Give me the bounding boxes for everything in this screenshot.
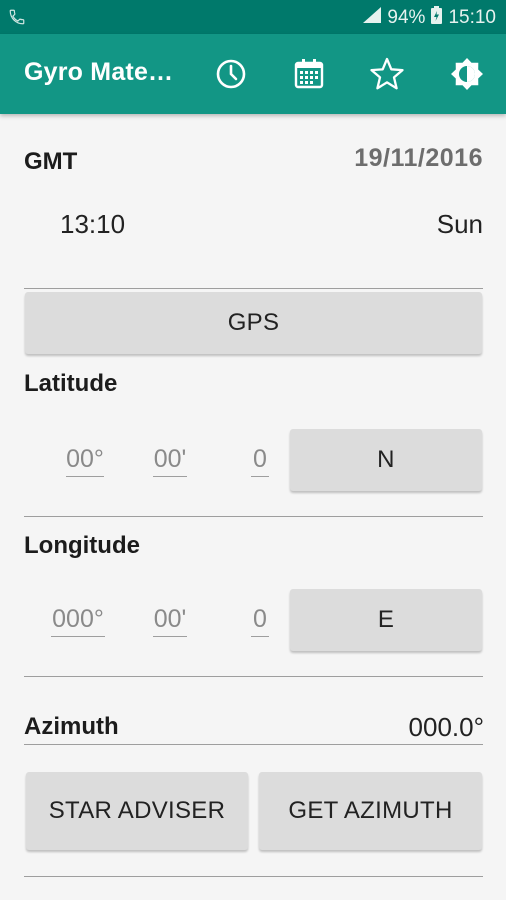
get-azimuth-button[interactable]: GET AZIMUTH [259, 772, 482, 850]
app-bar: Gyro Mate… [0, 34, 506, 114]
signal-icon [363, 7, 382, 29]
gmt-date[interactable]: 19/11/2016 [354, 144, 483, 173]
brightness-icon[interactable] [449, 56, 485, 92]
star-adviser-button[interactable]: STAR ADVISER [26, 772, 248, 850]
gmt-weekday: Sun [436, 209, 483, 239]
latitude-degrees-field[interactable]: 00° [66, 445, 104, 477]
star-icon[interactable] [369, 56, 405, 92]
azimuth-value: 000.0° [408, 712, 484, 742]
latitude-label: Latitude [24, 370, 118, 397]
divider [24, 876, 483, 877]
latitude-minutes-field[interactable]: 00' [153, 445, 187, 477]
divider [24, 288, 483, 289]
phone-icon [8, 8, 26, 31]
longitude-minutes-field[interactable]: 00' [153, 605, 187, 637]
battery-percent: 94% [387, 7, 426, 28]
longitude-tenths-field[interactable]: 0 [251, 605, 269, 637]
status-bar: 94% 15:10 [0, 0, 506, 34]
longitude-label: Longitude [24, 532, 140, 559]
gmt-time[interactable]: 13:10 [60, 209, 125, 240]
app-title: Gyro Mate… [24, 58, 174, 86]
divider [24, 676, 483, 677]
longitude-hemisphere-button[interactable]: E [290, 589, 482, 651]
gmt-label: GMT [24, 148, 78, 175]
status-time: 15:10 [448, 7, 496, 28]
longitude-degrees-field[interactable]: 000° [51, 605, 105, 637]
clock-icon[interactable] [213, 56, 249, 92]
battery-icon [431, 6, 443, 30]
latitude-hemisphere-button[interactable]: N [290, 429, 482, 491]
calendar-icon[interactable] [291, 56, 327, 92]
divider [24, 516, 483, 517]
azimuth-label: Azimuth [24, 713, 119, 740]
gps-button[interactable]: GPS [25, 292, 482, 354]
latitude-tenths-field[interactable]: 0 [251, 445, 269, 477]
divider [24, 744, 483, 745]
